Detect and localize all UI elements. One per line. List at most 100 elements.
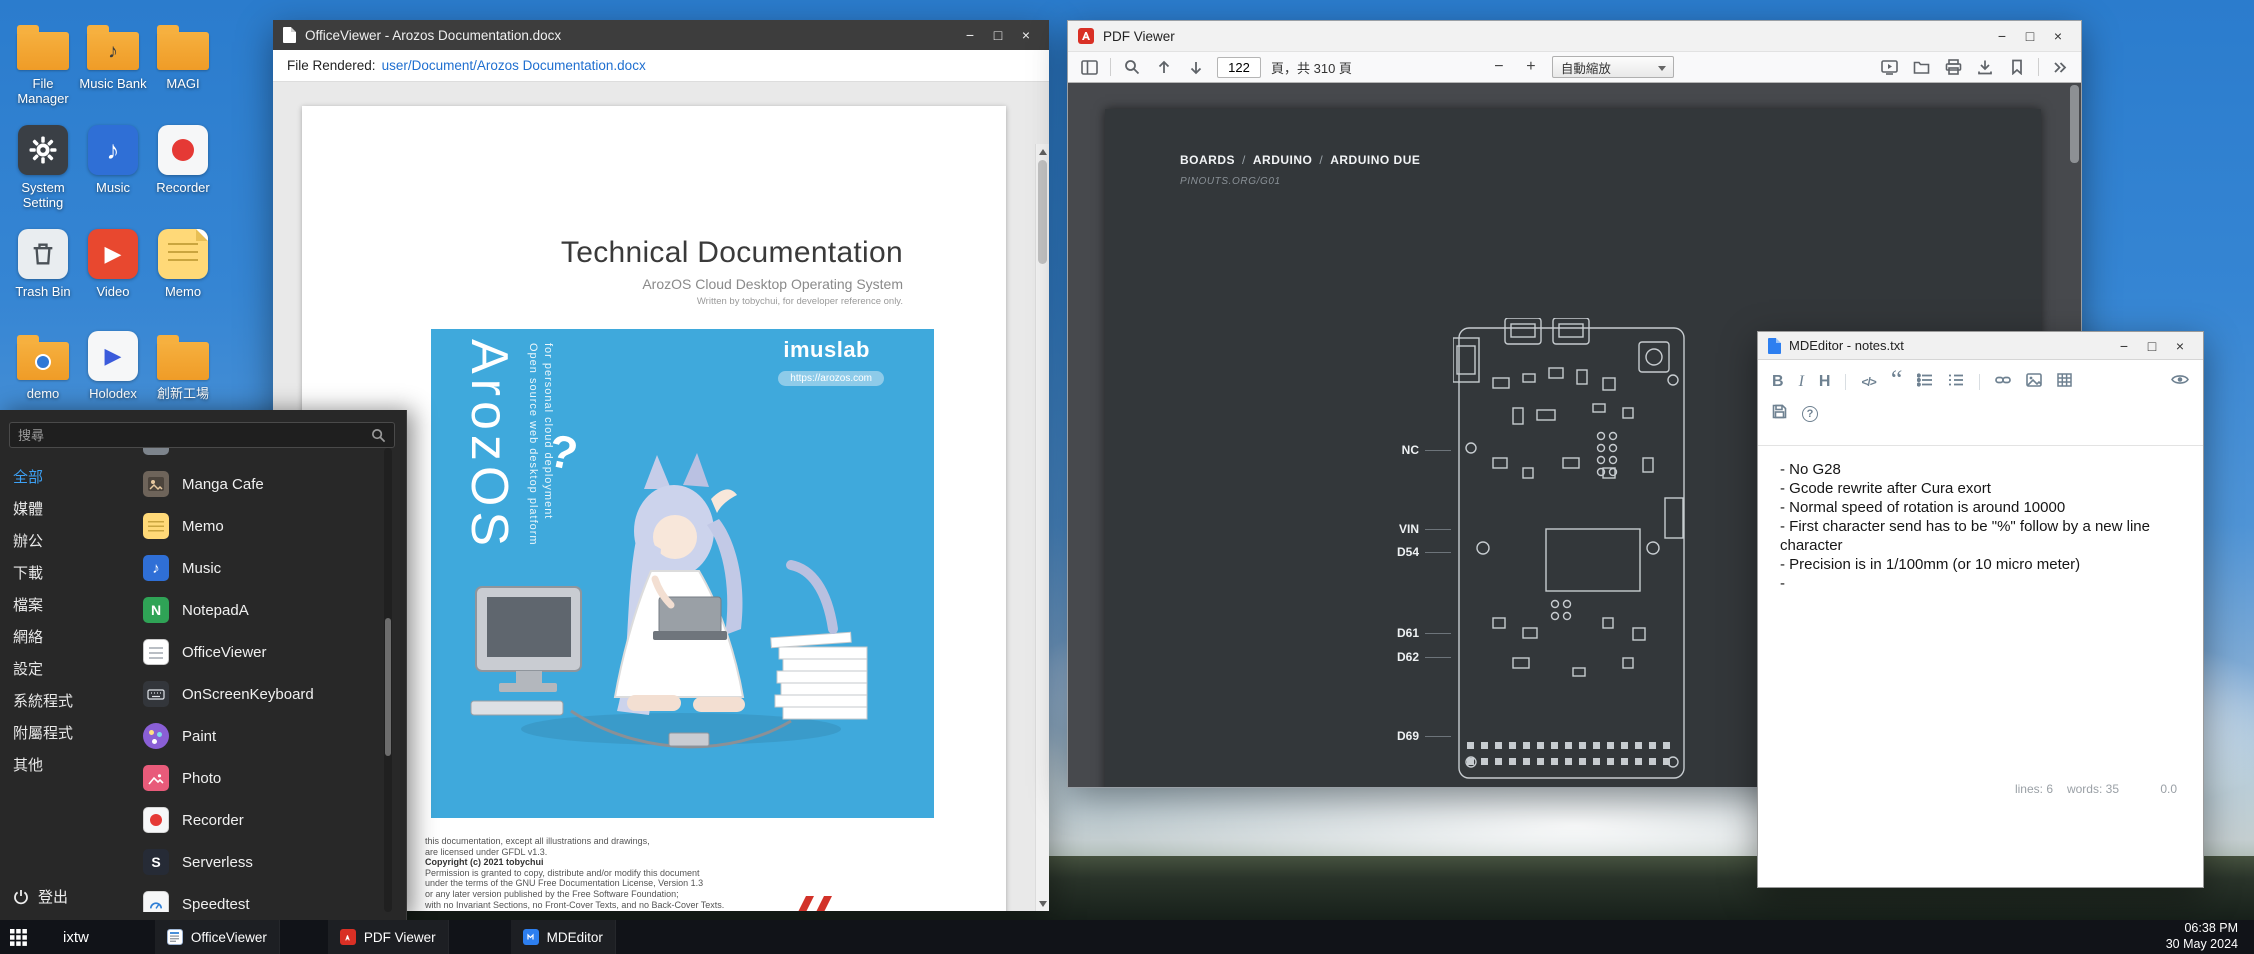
task-pdf-viewer[interactable]: PDF Viewer [328, 920, 449, 954]
app-item-photo[interactable]: Photo [143, 757, 380, 799]
unordered-list-button[interactable] [1917, 373, 1933, 392]
close-button[interactable]: × [1013, 24, 1039, 46]
desktop-icon-music-bank[interactable]: ♪ Music Bank [79, 18, 147, 92]
save-button[interactable] [1772, 404, 1787, 424]
table-button[interactable] [2057, 373, 2072, 392]
open-file-icon[interactable] [1910, 56, 1932, 78]
page-number-input[interactable] [1217, 57, 1261, 78]
app-item-recorder[interactable]: Recorder [143, 799, 380, 841]
app-item-officeviewer[interactable]: OfficeViewer [143, 631, 380, 673]
category-file[interactable]: 檔案 [0, 590, 137, 622]
desktop-icon-video[interactable]: ▶ Video [79, 226, 147, 300]
maximize-button[interactable]: □ [2017, 25, 2043, 47]
task-officeviewer[interactable]: OfficeViewer [155, 920, 280, 954]
category-others[interactable]: 其他 [0, 750, 137, 782]
app-item-partial[interactable] [143, 448, 380, 463]
next-page-icon[interactable] [1185, 56, 1207, 78]
app-item-onscreenkeyboard[interactable]: OnScreenKeyboard [143, 673, 380, 715]
sidebar-toggle-icon[interactable] [1078, 56, 1100, 78]
italic-button[interactable]: I [1799, 373, 1804, 391]
app-item-paint[interactable]: Paint [143, 715, 380, 757]
desktop-icon-file-manager[interactable]: File Manager [9, 18, 77, 107]
previous-page-icon[interactable] [1153, 56, 1175, 78]
search-input[interactable] [18, 428, 371, 443]
taskbar-clock[interactable]: 06:38 PM 30 May 2024 [2166, 921, 2254, 952]
category-office[interactable]: 辦公 [0, 526, 137, 558]
app-item-music[interactable]: ♪ Music [143, 547, 380, 589]
menu-button[interactable] [37, 920, 57, 954]
markdown-text-area[interactable]: - No G28 - Gcode rewrite after Cura exor… [1780, 460, 2184, 593]
bold-button[interactable]: B [1772, 373, 1784, 391]
category-system[interactable]: 系統程式 [0, 686, 137, 718]
document-page: Technical Documentation ArozOS Cloud Des… [302, 106, 1006, 911]
app-item-notepada[interactable]: N NotepadA [143, 589, 380, 631]
logout-button[interactable]: 登出 [13, 886, 68, 907]
desktop-icon-holodex[interactable]: ▶ Holodex [79, 328, 147, 402]
minimize-button[interactable]: − [957, 24, 983, 46]
app-item-speedtest[interactable]: Speedtest [143, 883, 380, 912]
scrollbar-thumb[interactable] [1038, 160, 1047, 264]
category-network[interactable]: 網絡 [0, 622, 137, 654]
app-label: Serverless [182, 854, 253, 871]
category-download[interactable]: 下載 [0, 558, 137, 590]
desktop-icon-music[interactable]: ♪ Music [79, 122, 147, 196]
desktop-icon-demo[interactable]: demo [9, 328, 77, 402]
start-button[interactable] [0, 920, 37, 954]
clock-date: 30 May 2024 [2166, 937, 2238, 953]
heading-button[interactable]: H [1819, 373, 1831, 391]
document-title-block: Technical Documentation ArozOS Cloud Des… [561, 236, 903, 307]
code-button[interactable]: </> [1861, 375, 1875, 389]
officeviewer-scrollbar[interactable] [1035, 144, 1049, 911]
category-setting[interactable]: 設定 [0, 654, 137, 686]
bookmark-icon[interactable] [2006, 56, 2028, 78]
desktop-icon-system-setting[interactable]: System Setting [9, 122, 77, 211]
task-mdeditor[interactable]: MDEditor [511, 920, 616, 954]
zoom-out-button[interactable]: − [1488, 56, 1510, 78]
maximize-button[interactable]: □ [985, 24, 1011, 46]
app-item-manga-cafe[interactable]: Manga Cafe [143, 463, 380, 505]
preview-eye-icon[interactable] [2171, 373, 2189, 391]
zoom-mode-select[interactable]: 自動縮放 [1552, 56, 1674, 78]
category-utilities[interactable]: 附屬程式 [0, 718, 137, 750]
minimize-button[interactable]: − [1989, 25, 2015, 47]
pdf-viewer-titlebar[interactable]: PDF Viewer − □ × [1068, 21, 2081, 51]
zoom-in-button[interactable]: + [1520, 56, 1542, 78]
app-label: NotepadA [182, 602, 249, 619]
link-button[interactable] [1995, 373, 2011, 392]
scroll-down-button[interactable] [1036, 896, 1049, 911]
category-all[interactable]: 全部 [0, 462, 137, 494]
ordered-list-button[interactable] [1948, 373, 1964, 392]
maximize-button[interactable]: □ [2139, 335, 2165, 357]
scroll-up-button[interactable] [1036, 144, 1049, 159]
rendered-file-link[interactable]: user/Document/Arozos Documentation.docx [382, 58, 646, 73]
print-icon[interactable] [1942, 56, 1964, 78]
close-button[interactable]: × [2167, 335, 2193, 357]
minimize-button[interactable]: − [2111, 335, 2137, 357]
officeviewer-titlebar[interactable]: OfficeViewer - Arozos Documentation.docx… [273, 20, 1049, 50]
close-button[interactable]: × [2045, 25, 2071, 47]
desktop-icon-memo[interactable]: Memo [149, 226, 217, 300]
desktop-icon-magi[interactable]: MAGI [149, 18, 217, 92]
app-item-serverless[interactable]: S Serverless [143, 841, 380, 883]
search-icon[interactable] [371, 428, 386, 443]
start-search-box[interactable] [9, 422, 395, 448]
app-item-memo[interactable]: Memo [143, 505, 380, 547]
more-tools-icon[interactable] [2049, 56, 2071, 78]
image-button[interactable] [2026, 373, 2042, 392]
desktop-icon-innovation-works[interactable]: 創新工場 [149, 328, 217, 402]
officeviewer-icon [143, 639, 169, 665]
mdeditor-titlebar[interactable]: MDEditor - notes.txt − □ × [1758, 332, 2203, 360]
search-icon[interactable] [1121, 56, 1143, 78]
desktop-icon-trash-bin[interactable]: Trash Bin [9, 226, 77, 300]
presentation-mode-icon[interactable] [1878, 56, 1900, 78]
scrollbar-thumb[interactable] [385, 618, 391, 756]
category-media[interactable]: 媒體 [0, 494, 137, 526]
help-button[interactable]: ? [1802, 406, 1818, 422]
desktop-icon-recorder[interactable]: Recorder [149, 122, 217, 196]
pdf-source-note: PINOUTS.ORG/G01 [1180, 176, 1281, 187]
desktop-icon-label: MAGI [149, 77, 217, 92]
start-menu-scrollbar[interactable] [384, 448, 392, 912]
download-icon[interactable] [1974, 56, 1996, 78]
quote-button[interactable]: “ [1891, 375, 1903, 389]
pdf-scrollbar-thumb[interactable] [2070, 85, 2079, 163]
